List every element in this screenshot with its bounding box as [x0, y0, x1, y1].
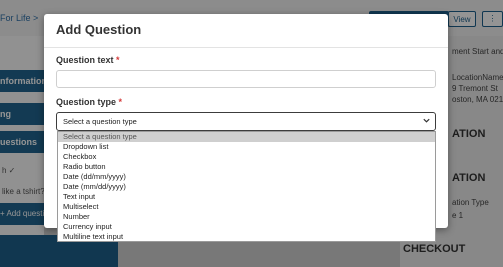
question-type-option[interactable]: Date (dd/mm/yyyy) — [58, 172, 435, 182]
chevron-down-icon — [423, 118, 430, 123]
question-type-label-text: Question type — [56, 97, 117, 107]
question-type-option[interactable]: Checkbox — [58, 152, 435, 162]
question-type-option[interactable]: Date (mm/dd/yyyy) — [58, 182, 435, 192]
question-text-label-text: Question text — [56, 55, 114, 65]
question-type-option[interactable]: Radio button — [58, 162, 435, 172]
required-marker: * — [116, 55, 120, 65]
question-type-option[interactable]: Number — [58, 212, 435, 222]
question-type-option[interactable]: Multiline text input — [58, 232, 435, 241]
question-type-option[interactable]: Select a question type — [58, 132, 435, 142]
question-type-select[interactable]: Select a question type — [56, 112, 436, 131]
question-type-option[interactable]: Dropdown list — [58, 142, 435, 152]
question-text-input[interactable] — [56, 70, 436, 88]
dialog-title: Add Question — [56, 22, 142, 37]
question-type-label: Question type * — [56, 97, 122, 107]
question-text-label: Question text * — [56, 55, 120, 65]
question-type-option[interactable]: Text input — [58, 192, 435, 202]
question-type-options-list: Select a question type Dropdown list Che… — [57, 131, 436, 242]
required-marker: * — [118, 97, 123, 107]
dialog-divider — [44, 47, 448, 48]
question-type-select-value: Select a question type — [63, 117, 137, 126]
question-type-option[interactable]: Currency input — [58, 222, 435, 232]
question-type-option[interactable]: Multiselect — [58, 202, 435, 212]
